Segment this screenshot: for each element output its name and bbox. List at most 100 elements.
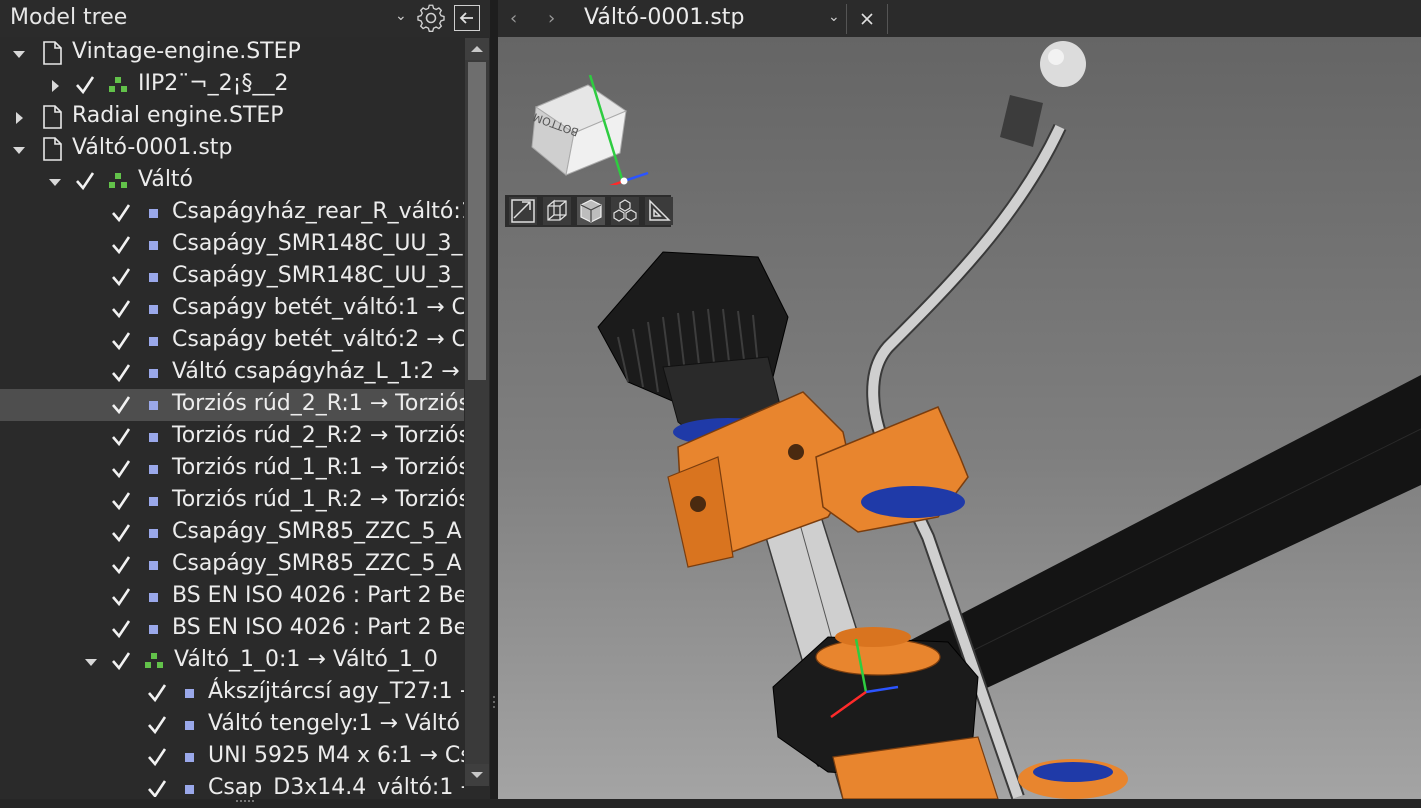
visibility-checkbox[interactable] xyxy=(74,73,96,97)
tree-row[interactable]: Ákszíjtárcsí agy_T27:1 → xyxy=(0,677,464,709)
visibility-checkbox[interactable] xyxy=(110,201,132,225)
scroll-thumb[interactable] xyxy=(468,62,486,380)
visibility-checkbox[interactable] xyxy=(146,713,168,737)
tree-row[interactable]: Váltó tengely:1 → Váltó tengely xyxy=(0,709,464,741)
panel-splitter[interactable] xyxy=(490,0,498,799)
shaded-button[interactable] xyxy=(577,197,605,225)
tree-row[interactable]: Csapágy_SMR148C_UU_3_1 xyxy=(0,261,464,293)
nav-back-button[interactable]: ‹ xyxy=(510,8,517,29)
tree-row[interactable]: Váltó_1_0:1 → Váltó_1_0 xyxy=(0,645,464,677)
visibility-checkbox[interactable] xyxy=(110,329,132,353)
tree-row-label: Csapágy_SMR148C_UU_3_1 xyxy=(172,263,464,288)
visibility-checkbox[interactable] xyxy=(146,777,168,797)
tree-row[interactable]: Csapágy_SMR85_ZZC_5_A xyxy=(0,517,464,549)
part-icon xyxy=(149,401,158,410)
tree-row[interactable]: Radial engine.STEP xyxy=(0,101,464,133)
tree-row[interactable]: UNI 5925 M4 x 6:1 → Csavar xyxy=(0,741,464,773)
tree-row[interactable]: Vintage-engine.STEP xyxy=(0,37,464,69)
tree-row-label: Váltó tengely:1 → Váltó tengely xyxy=(208,711,464,736)
tree-row-label: Vintage-engine.STEP xyxy=(72,39,301,64)
tree-row[interactable]: BS EN ISO 4026 : Part 2 Bel xyxy=(0,581,464,613)
visibility-checkbox[interactable] xyxy=(110,521,132,545)
scroll-down-button[interactable] xyxy=(465,764,489,786)
tree-row-label: Váltó xyxy=(138,167,194,192)
document-dropdown-icon[interactable]: ⌄ xyxy=(828,9,840,25)
explode-button[interactable] xyxy=(611,197,639,225)
tree-row[interactable]: Csapágy_SMR85_ZZC_5_A xyxy=(0,549,464,581)
tree-row[interactable]: Torziós rúd_2_R:1 → Torziós xyxy=(0,389,464,421)
part-icon xyxy=(149,433,158,442)
visibility-checkbox[interactable] xyxy=(110,585,132,609)
tree-row[interactable]: Csapágy betét_váltó:1 → Csapágy xyxy=(0,293,464,325)
visibility-checkbox[interactable] xyxy=(110,489,132,513)
tree-row-label: BS EN ISO 4026 : Part 2 Bel xyxy=(172,583,464,608)
part-icon xyxy=(149,529,158,538)
tree-row[interactable]: Torziós rúd_1_R:2 → Torziós xyxy=(0,485,464,517)
fit-all-icon xyxy=(511,199,535,223)
tree-scrollbar[interactable] xyxy=(465,38,489,786)
arrow-left-icon[interactable] xyxy=(454,5,480,31)
assembly-icon xyxy=(144,652,164,670)
tree-row-label: Radial engine.STEP xyxy=(72,103,284,128)
tree-row[interactable]: Torziós rúd_1_R:1 → Torziós xyxy=(0,453,464,485)
document-tab-bar: ‹ › Váltó-0001.stp ⌄ xyxy=(498,0,1421,37)
tree-row[interactable]: ІІP2¨¬_2¡§__2 xyxy=(0,69,464,101)
part-icon xyxy=(149,273,158,282)
visibility-checkbox[interactable] xyxy=(74,169,96,193)
tree-row-label: BS EN ISO 4026 : Part 2 Bel xyxy=(172,615,464,640)
fit-all-button[interactable] xyxy=(509,197,537,225)
nav-forward-button[interactable]: › xyxy=(548,8,555,29)
panel-dropdown-icon[interactable]: ⌄ xyxy=(395,8,407,24)
visibility-checkbox[interactable] xyxy=(110,617,132,641)
visibility-checkbox[interactable] xyxy=(110,393,132,417)
tree-row-label: Csapágy_SMR85_ZZC_5_A xyxy=(172,551,462,576)
tree-row[interactable]: Váltó xyxy=(0,165,464,197)
part-icon xyxy=(149,209,158,218)
chevron-right-icon[interactable] xyxy=(48,78,62,92)
chevron-down-icon[interactable] xyxy=(12,142,26,156)
visibility-checkbox[interactable] xyxy=(110,361,132,385)
tree-row[interactable]: Torziós rúd_2_R:2 → Torziós xyxy=(0,421,464,453)
tree-row-label: Csapágy betét_váltó:2 → Csapágy xyxy=(172,327,464,352)
chevron-down-icon[interactable] xyxy=(12,46,26,60)
tree-row[interactable]: Váltó-0001.stp xyxy=(0,133,464,165)
document-tab-title[interactable]: Váltó-0001.stp xyxy=(584,5,744,30)
scroll-up-button[interactable] xyxy=(465,38,489,60)
tree-row[interactable]: Csapágyház_rear_R_váltó:1 xyxy=(0,197,464,229)
view-cube[interactable]: BOTTOM xyxy=(528,74,653,205)
chevron-down-icon[interactable] xyxy=(48,174,62,188)
part-icon xyxy=(149,625,158,634)
gear-icon[interactable] xyxy=(416,4,446,32)
assembly-icon xyxy=(108,172,128,190)
close-icon[interactable] xyxy=(846,4,888,34)
visibility-checkbox[interactable] xyxy=(146,681,168,705)
tree-row-label: Csapágy_SMR148C_UU_3_1 xyxy=(172,231,464,256)
part-icon xyxy=(149,241,158,250)
visibility-checkbox[interactable] xyxy=(110,265,132,289)
part-icon xyxy=(149,305,158,314)
tree-row[interactable]: Csapágy_SMR148C_UU_3_1 xyxy=(0,229,464,261)
tree-row-label: Torziós rúd_2_R:2 → Torziós xyxy=(172,423,464,448)
visibility-checkbox[interactable] xyxy=(110,457,132,481)
tree-row[interactable]: BS EN ISO 4026 : Part 2 Bel xyxy=(0,613,464,645)
resize-grip-icon[interactable] xyxy=(236,789,256,802)
wireframe-button[interactable] xyxy=(543,197,571,225)
tree-row-label: UNI 5925 M4 x 6:1 → Csavar xyxy=(208,743,464,768)
visibility-checkbox[interactable] xyxy=(110,233,132,257)
shaded-cube-icon xyxy=(580,199,602,223)
visibility-checkbox[interactable] xyxy=(110,425,132,449)
chevron-down-icon[interactable] xyxy=(84,654,98,668)
measure-button[interactable] xyxy=(645,197,673,225)
part-icon xyxy=(149,465,158,474)
tree-row[interactable]: Váltó csapágyház_L_1:2 → Váltó xyxy=(0,357,464,389)
tree-row[interactable]: Csapágy betét_váltó:2 → Csapágy xyxy=(0,325,464,357)
visibility-checkbox[interactable] xyxy=(110,649,132,673)
tree-row[interactable]: Csap_D3x14.4_váltó:1 → xyxy=(0,773,464,797)
chevron-right-icon[interactable] xyxy=(12,110,26,124)
visibility-checkbox[interactable] xyxy=(110,553,132,577)
visibility-checkbox[interactable] xyxy=(110,297,132,321)
set-square-icon xyxy=(649,199,671,221)
assembly-icon xyxy=(108,76,128,94)
3d-viewport[interactable]: BOTTOM xyxy=(498,37,1421,799)
visibility-checkbox[interactable] xyxy=(146,745,168,769)
